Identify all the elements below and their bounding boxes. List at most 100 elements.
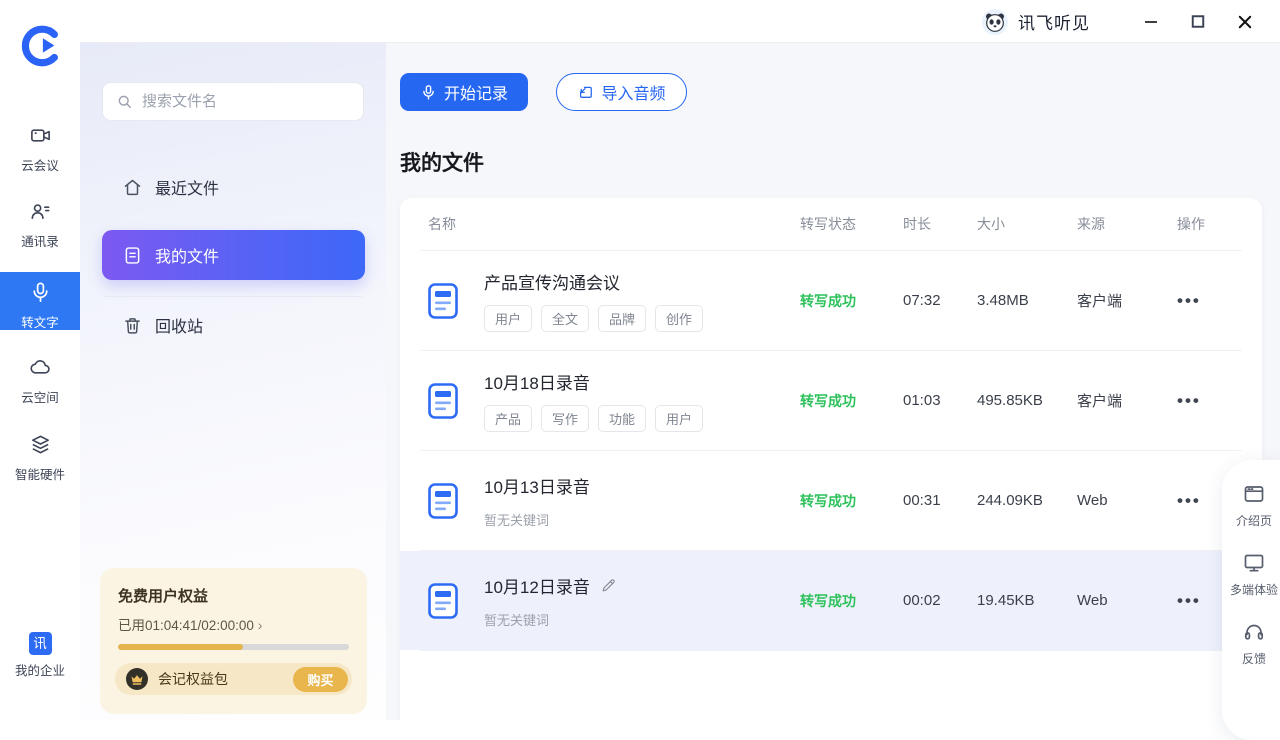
intro-page-button[interactable]: 介绍页	[1236, 482, 1272, 529]
left-nav-rail: 云会议 通讯录 转文字 云空间 智能硬件 讯 我的企业	[0, 0, 80, 720]
transcribe-status: 转写成功	[800, 491, 903, 511]
main-content: 开始记录 导入音频 我的文件 名称 转写状态 时长 大小 来源 操作	[386, 43, 1280, 720]
col-name: 名称	[428, 214, 800, 234]
table-row[interactable]: 产品宣传沟通会议 用户 全文 品牌 创作 转写成功 07:32 3.48MB 客…	[400, 251, 1262, 350]
sidebar-item-recent-files[interactable]: 最近文件	[102, 165, 365, 209]
col-source: 来源	[1077, 214, 1177, 234]
nav-item-my-enterprise[interactable]: 讯 我的企业	[0, 632, 80, 679]
search-icon	[115, 92, 134, 111]
benefits-progress-fill	[118, 644, 243, 650]
sidebar-item-label: 回收站	[155, 313, 203, 337]
headset-icon	[1242, 620, 1266, 644]
sidebar-item-label: 最近文件	[155, 175, 219, 199]
transcribe-status: 转写成功	[800, 291, 903, 311]
nav-item-contacts[interactable]: 通讯录	[0, 200, 80, 250]
more-actions-icon[interactable]: •••	[1177, 291, 1242, 311]
import-audio-button[interactable]: 导入音频	[556, 73, 687, 111]
keyword-tag: 品牌	[598, 305, 646, 332]
panda-avatar[interactable]	[982, 9, 1008, 35]
file-name: 10月18日录音	[484, 369, 703, 394]
nav-item-cloud-space[interactable]: 云空间	[0, 356, 80, 406]
start-record-label: 开始记录	[444, 80, 508, 104]
benefits-package-pill: 会记权益包 购买	[115, 663, 352, 695]
file-size: 495.85KB	[977, 392, 1077, 409]
more-actions-icon[interactable]: •••	[1177, 391, 1242, 411]
keyword-tag: 创作	[655, 305, 703, 332]
benefits-usage[interactable]: 已用01:04:41/02:00:00›	[118, 614, 349, 634]
nav-item-smart-hardware[interactable]: 智能硬件	[0, 433, 80, 483]
file-doc-icon	[428, 583, 458, 619]
sidebar-item-my-files[interactable]: 我的文件	[102, 230, 365, 280]
sidebar-item-label: 我的文件	[155, 243, 219, 267]
search-box	[102, 82, 364, 121]
no-keywords-label: 暂无关键词	[484, 510, 590, 529]
crown-icon	[125, 667, 149, 691]
file-doc-icon	[428, 283, 458, 319]
transcribe-status: 转写成功	[800, 591, 903, 611]
cloud-icon	[29, 356, 52, 379]
nav-item-label: 智能硬件	[0, 464, 80, 483]
no-keywords-label: 暂无关键词	[484, 610, 617, 629]
intro-page-label: 介绍页	[1236, 512, 1272, 529]
nav-item-label: 云空间	[0, 387, 80, 406]
microphone-icon	[420, 84, 437, 101]
file-name: 10月12日录音	[484, 573, 617, 598]
enterprise-badge: 讯	[29, 632, 52, 655]
import-audio-icon	[577, 84, 594, 101]
file-doc-icon	[428, 383, 458, 419]
minimize-button[interactable]	[1142, 13, 1160, 31]
keyword-tag: 全文	[541, 305, 589, 332]
monitor-icon	[1242, 551, 1266, 575]
home-icon	[122, 177, 143, 198]
nav-item-transcribe[interactable]: 转文字	[0, 272, 80, 330]
source: Web	[1077, 492, 1177, 509]
file-doc-icon	[428, 483, 458, 519]
benefits-progress-track	[118, 644, 349, 650]
nav-item-cloud-meeting[interactable]: 云会议	[0, 124, 80, 174]
feedback-button[interactable]: 反馈	[1242, 620, 1266, 667]
table-header: 名称 转写状态 时长 大小 来源 操作	[400, 198, 1262, 250]
document-icon	[122, 245, 143, 266]
start-record-button[interactable]: 开始记录	[400, 73, 528, 111]
file-size: 3.48MB	[977, 292, 1077, 309]
video-camera-icon	[29, 124, 52, 147]
keyword-tag: 写作	[541, 405, 589, 432]
app-window: 讯飞听见 云会议 通讯录	[0, 0, 1280, 720]
browser-window-icon	[1242, 482, 1266, 506]
duration: 00:31	[903, 492, 977, 509]
table-row[interactable]: 10月13日录音 暂无关键词 转写成功 00:31 244.09KB Web •…	[400, 451, 1262, 550]
keyword-tag: 用户	[484, 305, 532, 332]
layers-icon	[29, 433, 52, 456]
row-divider	[420, 650, 1242, 651]
nav-item-label: 云会议	[0, 155, 80, 174]
source: 客户端	[1077, 290, 1177, 311]
multi-device-button[interactable]: 多端体验	[1230, 551, 1278, 598]
close-button[interactable]	[1236, 13, 1254, 31]
keyword-tag: 产品	[484, 405, 532, 432]
source: Web	[1077, 592, 1177, 609]
search-input[interactable]	[142, 93, 342, 110]
file-size: 244.09KB	[977, 492, 1077, 509]
nav-item-label: 通讯录	[0, 231, 80, 250]
page-title: 我的文件	[400, 147, 484, 177]
buy-button[interactable]: 购买	[293, 667, 348, 692]
table-row[interactable]: 10月12日录音 暂无关键词 转写成功 00:02 19.45KB Web ••…	[400, 551, 1262, 650]
keyword-tag: 用户	[655, 405, 703, 432]
file-size: 19.45KB	[977, 592, 1077, 609]
app-logo-icon[interactable]	[17, 22, 63, 68]
col-actions: 操作	[1177, 214, 1242, 234]
multi-device-label: 多端体验	[1230, 581, 1278, 598]
maximize-button[interactable]	[1189, 13, 1207, 31]
file-table-card: 名称 转写状态 时长 大小 来源 操作 产品宣传沟通会议 用户 全文	[400, 198, 1262, 720]
col-duration: 时长	[903, 214, 977, 234]
benefits-package-label: 会记权益包	[158, 669, 293, 689]
chevron-right-icon: ›	[258, 618, 263, 633]
duration: 07:32	[903, 292, 977, 309]
import-audio-label: 导入音频	[601, 80, 665, 104]
table-row[interactable]: 10月18日录音 产品 写作 功能 用户 转写成功 01:03 495.85KB…	[400, 351, 1262, 450]
col-size: 大小	[977, 214, 1077, 234]
microphone-icon	[29, 281, 52, 304]
edit-name-icon[interactable]	[600, 577, 617, 594]
sidebar-item-recycle-bin[interactable]: 回收站	[102, 303, 365, 347]
nav-item-label: 转文字	[0, 312, 80, 331]
